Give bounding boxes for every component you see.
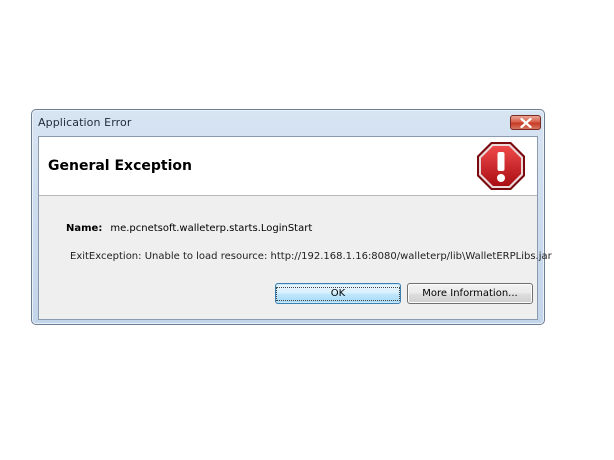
dialog-content: General Exception Name: me.pcnetsoft.wall… bbox=[38, 136, 552, 320]
ok-button-label: OK bbox=[275, 286, 401, 301]
application-error-dialog: Application Error General Exception Name… bbox=[31, 109, 552, 325]
header-title: General Exception bbox=[48, 158, 192, 174]
window-title: Application Error bbox=[38, 116, 132, 129]
header-panel: General Exception bbox=[39, 137, 537, 196]
exception-name-row: Name: me.pcnetsoft.walleterp.starts.Login… bbox=[66, 223, 312, 234]
name-label: Name: bbox=[66, 223, 103, 234]
ok-button[interactable]: OK bbox=[275, 283, 401, 304]
more-information-button[interactable]: More Information... bbox=[407, 283, 533, 304]
close-button[interactable] bbox=[510, 115, 541, 130]
title-bar[interactable]: Application Error bbox=[32, 110, 544, 136]
stop-error-icon bbox=[477, 142, 525, 190]
close-icon bbox=[520, 118, 532, 128]
exception-message: ExitException: Unable to load resource: … bbox=[70, 251, 552, 262]
name-value: me.pcnetsoft.walleterp.starts.LoginStart bbox=[110, 223, 313, 234]
